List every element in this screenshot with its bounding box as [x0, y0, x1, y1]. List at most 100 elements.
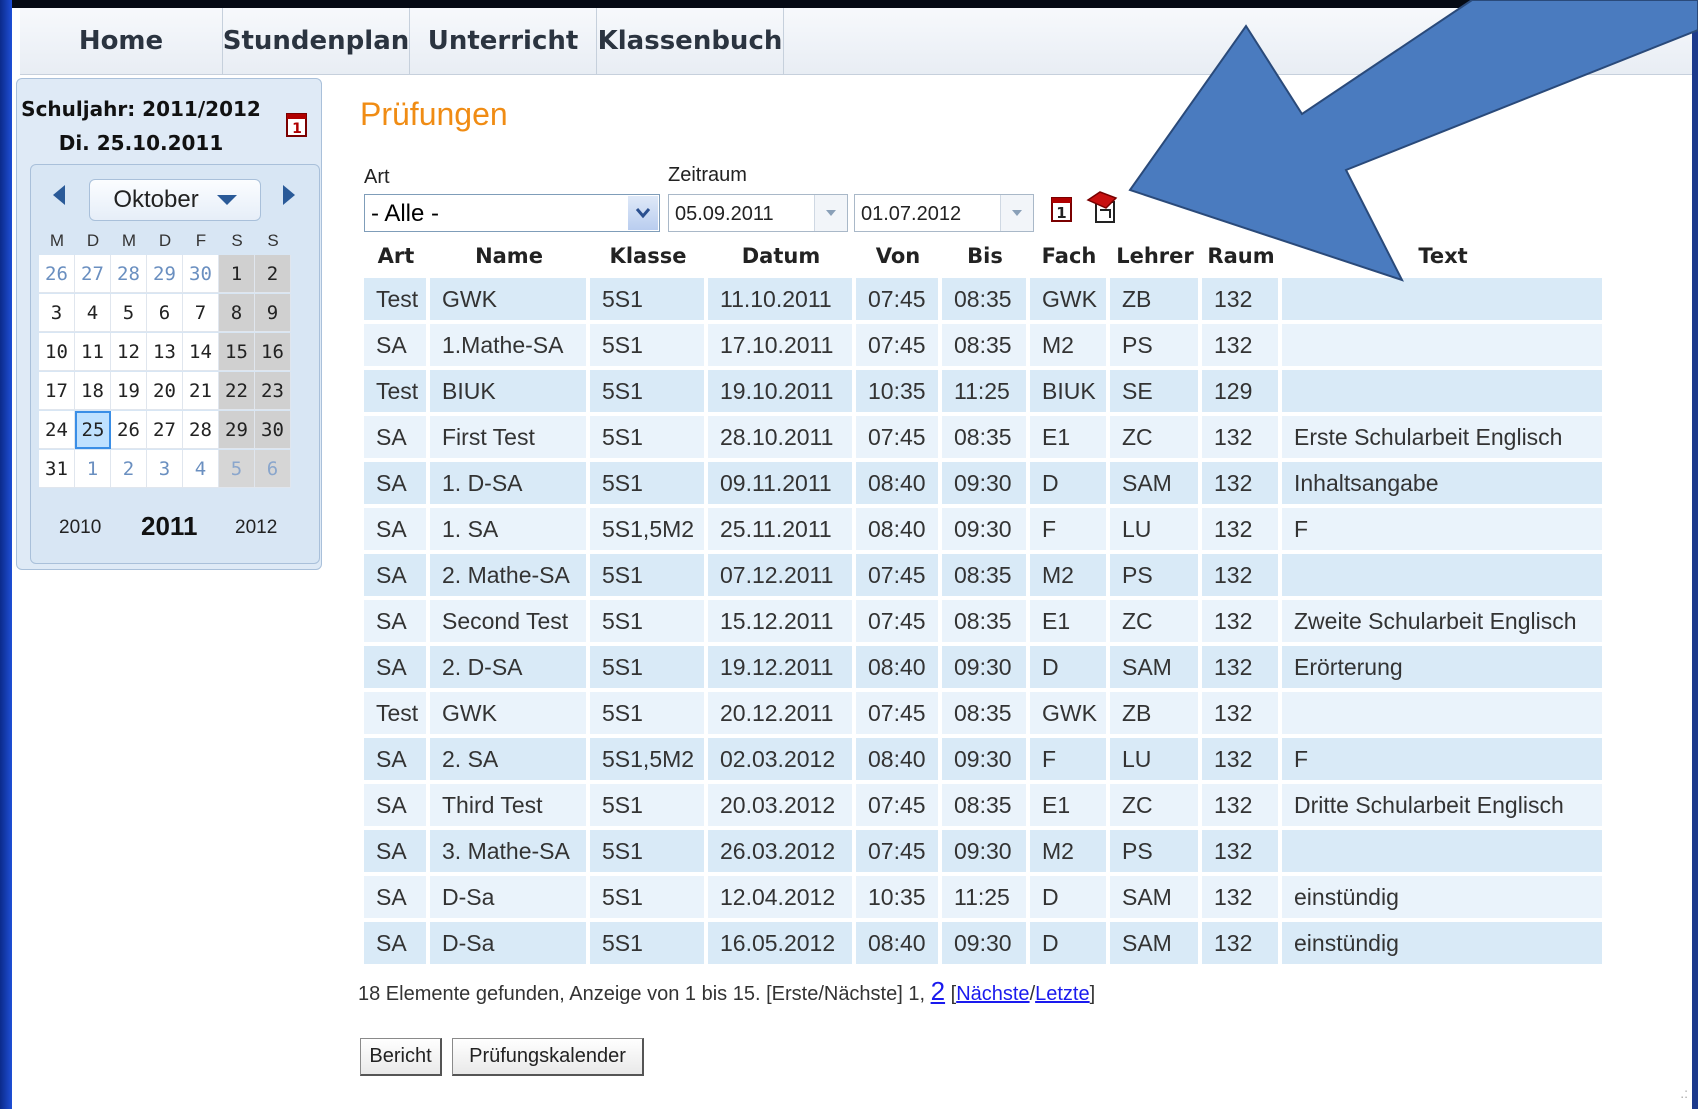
calendar-day[interactable]: 23 — [255, 372, 291, 410]
calendar-day[interactable]: 4 — [75, 294, 111, 332]
calendar-day[interactable]: 14 — [183, 333, 219, 371]
calendar-day[interactable]: 26 — [39, 255, 75, 293]
table-cell: BIUK — [1030, 370, 1106, 412]
calendar-icon[interactable]: 1 — [1050, 194, 1074, 224]
table-row[interactable]: SA First Test 5S1 28.10.2011 07:45 08:35 E1 ZC 1… — [364, 416, 1604, 458]
chevron-down-icon[interactable] — [628, 196, 658, 230]
table-row[interactable]: SA 2. SA 5S1,5M2 02.03.2012 08:40 09:30 F LU 132… — [364, 738, 1604, 780]
calendar-day[interactable]: 18 — [75, 372, 111, 410]
calendar-day[interactable]: 7 — [183, 294, 219, 332]
calendar-day[interactable]: 1 — [219, 255, 255, 293]
calendar-day[interactable]: 29 — [147, 255, 183, 293]
calendar-day[interactable]: 25 — [75, 411, 111, 449]
calendar-day[interactable]: 15 — [219, 333, 255, 371]
table-row[interactable]: SA 1. D-SA 5S1 09.11.2011 08:40 09:30 D SAM 132 I… — [364, 462, 1604, 504]
resize-grip[interactable]: .: — [1680, 1085, 1688, 1101]
last-page-link[interactable]: Letzte — [1035, 983, 1089, 1005]
table-cell: 07:45 — [856, 416, 938, 458]
calendar-day[interactable]: 28 — [183, 411, 219, 449]
calendar-day[interactable]: 19 — [111, 372, 147, 410]
nav-home[interactable]: Home — [20, 8, 223, 74]
table-cell: 5S1,5M2 — [590, 738, 704, 780]
table-row[interactable]: SA 2. D-SA 5S1 19.12.2011 08:40 09:30 D SAM 132 E… — [364, 646, 1604, 688]
calendar-day[interactable]: 3 — [147, 450, 183, 488]
nav-stundenplan[interactable]: Stundenplan — [223, 8, 410, 74]
table-cell: 1. SA — [430, 508, 586, 550]
next-month-icon[interactable] — [283, 185, 295, 205]
calendar-day[interactable]: 8 — [219, 294, 255, 332]
table-cell: D — [1030, 646, 1106, 688]
calendar-day[interactable]: 12 — [111, 333, 147, 371]
calendar-day[interactable]: 29 — [219, 411, 255, 449]
calendar-day[interactable]: 1 — [75, 450, 111, 488]
table-cell: 07:45 — [856, 830, 938, 872]
next-page-link[interactable]: Nächste — [956, 983, 1029, 1005]
pagination: 18 Elemente gefunden, Anzeige von 1 bis … — [358, 976, 1095, 1007]
nav-unterricht[interactable]: Unterricht — [410, 8, 597, 74]
calendar-day[interactable]: 22 — [219, 372, 255, 410]
table-row[interactable]: SA 3. Mathe-SA 5S1 26.03.2012 07:45 09:30 M2 PS… — [364, 830, 1604, 872]
calendar-day[interactable]: 6 — [255, 450, 291, 488]
table-row[interactable]: SA 1. SA 5S1,5M2 25.11.2011 08:40 09:30 F LU 132… — [364, 508, 1604, 550]
table-row[interactable]: SA D-Sa 5S1 12.04.2012 10:35 11:25 D SAM 132 eins… — [364, 876, 1604, 918]
nav-klassenbuch[interactable]: Klassenbuch — [597, 8, 784, 74]
year-prev[interactable]: 2010 — [59, 517, 101, 539]
date-from-dropdown-icon[interactable] — [814, 195, 847, 231]
table-cell: GWK — [430, 692, 586, 734]
table-cell: ZC — [1110, 784, 1198, 826]
table-cell: Test — [364, 692, 426, 734]
calendar-day[interactable]: 20 — [147, 372, 183, 410]
table-cell: 08:35 — [942, 416, 1026, 458]
calendar-day[interactable]: 24 — [39, 411, 75, 449]
calendar-day[interactable]: 27 — [75, 255, 111, 293]
calendar-day[interactable]: 2 — [111, 450, 147, 488]
calendar-day[interactable]: 6 — [147, 294, 183, 332]
table-row[interactable]: SA D-Sa 5S1 16.05.2012 08:40 09:30 D SAM 132 eins… — [364, 922, 1604, 964]
table-row[interactable]: Test BIUK 5S1 19.10.2011 10:35 11:25 BIUK SE 129 — [364, 370, 1604, 412]
calendar-icon[interactable]: 1 — [286, 110, 308, 138]
calendar-day[interactable]: 17 — [39, 372, 75, 410]
calendar-day[interactable]: 4 — [183, 450, 219, 488]
calendar-day[interactable]: 21 — [183, 372, 219, 410]
page-2-link[interactable]: 2 — [931, 976, 945, 1006]
zeitraum-label: Zeitraum — [668, 164, 747, 186]
pruefungskalender-button[interactable]: Prüfungskalender — [452, 1038, 644, 1076]
calendar-day[interactable]: 26 — [111, 411, 147, 449]
calendar-day[interactable]: 30 — [255, 411, 291, 449]
date-to-dropdown-icon[interactable] — [1000, 195, 1033, 231]
pager-bracket-open: [ — [945, 983, 957, 1005]
calendar-day[interactable]: 3 — [39, 294, 75, 332]
table-row[interactable]: SA 1.Mathe-SA 5S1 17.10.2011 07:45 08:35 M2 PS 1… — [364, 324, 1604, 366]
table-cell: Erörterung — [1282, 646, 1602, 688]
calendar-day[interactable]: 9 — [255, 294, 291, 332]
calendar-day[interactable]: 31 — [39, 450, 75, 488]
table-cell: Second Test — [430, 600, 586, 642]
calendar-day[interactable]: 2 — [255, 255, 291, 293]
table-cell — [1282, 324, 1602, 366]
date-to-input[interactable]: 01.07.2012 — [854, 194, 1034, 232]
calendar-day[interactable]: 30 — [183, 255, 219, 293]
table-cell: First Test — [430, 416, 586, 458]
bericht-button[interactable]: Bericht — [360, 1038, 442, 1076]
table-cell: 132 — [1202, 692, 1278, 734]
calendar-day[interactable]: 11 — [75, 333, 111, 371]
table-row[interactable]: SA 2. Mathe-SA 5S1 07.12.2011 07:45 08:35 M2 PS… — [364, 554, 1604, 596]
calendar-day[interactable]: 16 — [255, 333, 291, 371]
table-cell: 132 — [1202, 508, 1278, 550]
art-select[interactable]: - Alle - — [364, 194, 660, 232]
date-from-input[interactable]: 05.09.2011 — [668, 194, 848, 232]
calendar-day[interactable]: 28 — [111, 255, 147, 293]
year-next[interactable]: 2012 — [235, 517, 277, 539]
year-current[interactable]: 2011 — [141, 511, 197, 542]
calendar-day[interactable]: 10 — [39, 333, 75, 371]
calendar-day[interactable]: 5 — [111, 294, 147, 332]
calendar-day[interactable]: 13 — [147, 333, 183, 371]
table-row[interactable]: SA Third Test 5S1 20.03.2012 07:45 08:35 E1 ZC 1… — [364, 784, 1604, 826]
table-cell: F — [1282, 508, 1602, 550]
prev-month-icon[interactable] — [53, 185, 65, 205]
table-row[interactable]: Test GWK 5S1 20.12.2011 07:45 08:35 GWK ZB 132 — [364, 692, 1604, 734]
calendar-day[interactable]: 27 — [147, 411, 183, 449]
month-select[interactable]: Oktober — [89, 179, 261, 221]
table-row[interactable]: SA Second Test 5S1 15.12.2011 07:45 08:35 E1 ZC… — [364, 600, 1604, 642]
calendar-day[interactable]: 5 — [219, 450, 255, 488]
